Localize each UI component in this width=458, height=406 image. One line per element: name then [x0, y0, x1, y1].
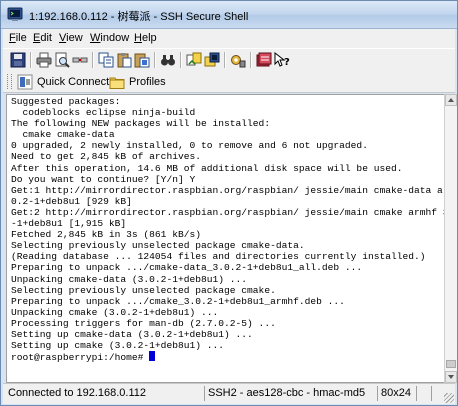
status-bar: Connected to 192.168.0.112 SSH2 - aes128… — [3, 383, 455, 404]
vertical-scrollbar[interactable] — [444, 94, 457, 383]
toolbar-separator — [180, 52, 182, 68]
terminal-line: Fetched 2,845 kB in 3s (861 kB/s) — [11, 229, 201, 241]
quick-connect-button[interactable]: Quick Connect — [17, 73, 109, 90]
window-title: 1:192.168.0.112 - 树莓派 - SSH Secure Shell — [29, 11, 249, 23]
terminal-line: Preparing to unpack .../cmake_3.0.2-1+de… — [11, 295, 345, 307]
quick-connect-icon — [17, 74, 33, 89]
toolbar-separator — [92, 52, 94, 68]
menu-help[interactable]: Help — [134, 32, 157, 44]
find-icon[interactable] — [160, 52, 176, 68]
scrollbar-thumb[interactable] — [446, 360, 456, 368]
terminal-line: (Reading database ... 124054 files and d… — [11, 251, 426, 263]
menu-view[interactable]: View — [59, 32, 83, 44]
toolbar-separator — [250, 52, 252, 68]
terminal-line: cmake cmake-data — [11, 129, 115, 141]
terminal-output: Suggested packages: codeblocks eclipse n… — [11, 96, 445, 364]
menu-file[interactable]: File — [9, 32, 27, 44]
paste-special-icon[interactable] — [134, 52, 150, 68]
menu-bar: File Edit View Window Help — [3, 29, 455, 48]
terminal-line: Selecting previously unselected package … — [11, 284, 276, 296]
toolbar: ? — [3, 48, 455, 72]
copy-icon[interactable] — [98, 52, 114, 68]
terminal-line: The following NEW packages will be insta… — [11, 118, 271, 130]
ssh-app-icon — [7, 7, 23, 21]
scroll-up-button[interactable] — [445, 94, 457, 106]
terminal-line: Unpacking cmake-data (3.0.2-1+deb8u1) ..… — [11, 273, 248, 285]
terminal-line: 0.2-1+deb8u1 [929 kB] — [11, 195, 132, 207]
menu-window[interactable]: Window — [90, 32, 129, 44]
help-icon[interactable]: ? — [274, 52, 290, 68]
terminal-line: Get:1 http://mirrordirector.raspbian.org… — [11, 184, 445, 196]
terminal-line: Preparing to unpack .../cmake-data_3.0.2… — [11, 262, 363, 274]
terminal-line: Do you want to continue? [Y/n] Y — [11, 173, 196, 185]
folder-icon — [109, 77, 125, 89]
terminal-line: Need to get 2,845 kB of archives. — [11, 151, 201, 163]
terminal-line: Processing triggers for man-db (2.7.0.2-… — [11, 317, 276, 329]
terminal-size-status: 80x24 — [377, 386, 413, 401]
terminal-line: Selecting previously unselected package … — [11, 240, 305, 252]
scroll-down-button[interactable] — [445, 371, 457, 383]
terminal-line: Setting up cmake-data (3.0.2-1+deb8u1) .… — [11, 328, 253, 340]
toolbar-separator — [30, 52, 32, 68]
print-icon[interactable] — [36, 52, 52, 68]
profiles-label: Profiles — [129, 75, 166, 88]
toolbar-grip[interactable] — [7, 74, 12, 89]
save-icon[interactable] — [10, 52, 26, 68]
terminal-line: Suggested packages: — [11, 96, 121, 107]
chevron-down-icon — [448, 375, 454, 379]
terminal-line: -1+deb8u1 [1,915 kB] — [11, 218, 127, 230]
terminal-cursor — [149, 351, 156, 362]
status-panel-empty — [416, 386, 428, 401]
toolbar-separator — [154, 52, 156, 68]
settings-icon[interactable] — [230, 52, 246, 68]
chevron-up-icon — [448, 98, 454, 102]
print-preview-icon[interactable] — [54, 52, 70, 68]
terminal-line: codeblocks eclipse ninja-build — [11, 107, 196, 119]
profile-bar: Quick Connect Profiles — [3, 71, 455, 93]
toolbar-separator — [224, 52, 226, 68]
disconnect-icon[interactable] — [72, 52, 88, 68]
new-terminal-icon[interactable] — [204, 52, 220, 68]
terminal-line: Get:2 http://mirrordirector.raspbian.org… — [11, 206, 445, 218]
terminal-line: Setting up cmake (3.0.2-1+deb8u1) ... — [11, 340, 225, 352]
profiles-button[interactable]: Profiles — [109, 73, 166, 90]
terminal-line: 0 upgraded, 2 newly installed, 0 to remo… — [11, 140, 368, 152]
terminal-line: Unpacking cmake (3.0.2-1+deb8u1) ... — [11, 306, 219, 318]
shell-prompt: root@raspberrypi:/home# — [11, 352, 150, 364]
quick-connect-label: Quick Connect — [37, 75, 110, 88]
terminal-prompt-line: root@raspberrypi:/home# — [11, 351, 444, 364]
svg-text:?: ? — [284, 57, 290, 68]
ssh-window: 1:192.168.0.112 - 树莓派 - SSH Secure Shell… — [0, 0, 458, 406]
terminal-line: After this operation, 14.6 MB of additio… — [11, 162, 403, 174]
paste-icon[interactable] — [116, 52, 132, 68]
connection-status: Connected to 192.168.0.112 — [8, 387, 147, 399]
terminal-area[interactable]: Suggested packages: codeblocks eclipse n… — [6, 94, 445, 383]
file-transfer-icon[interactable] — [186, 52, 202, 68]
status-panel-empty — [431, 386, 443, 401]
title-bar[interactable]: 1:192.168.0.112 - 树莓派 - SSH Secure Shell — [1, 1, 457, 29]
cipher-status: SSH2 - aes128-cbc - hmac-md5 — [204, 386, 374, 401]
profile-icon[interactable] — [256, 52, 272, 68]
menu-edit[interactable]: Edit — [33, 32, 52, 44]
resize-grip[interactable] — [444, 393, 454, 403]
